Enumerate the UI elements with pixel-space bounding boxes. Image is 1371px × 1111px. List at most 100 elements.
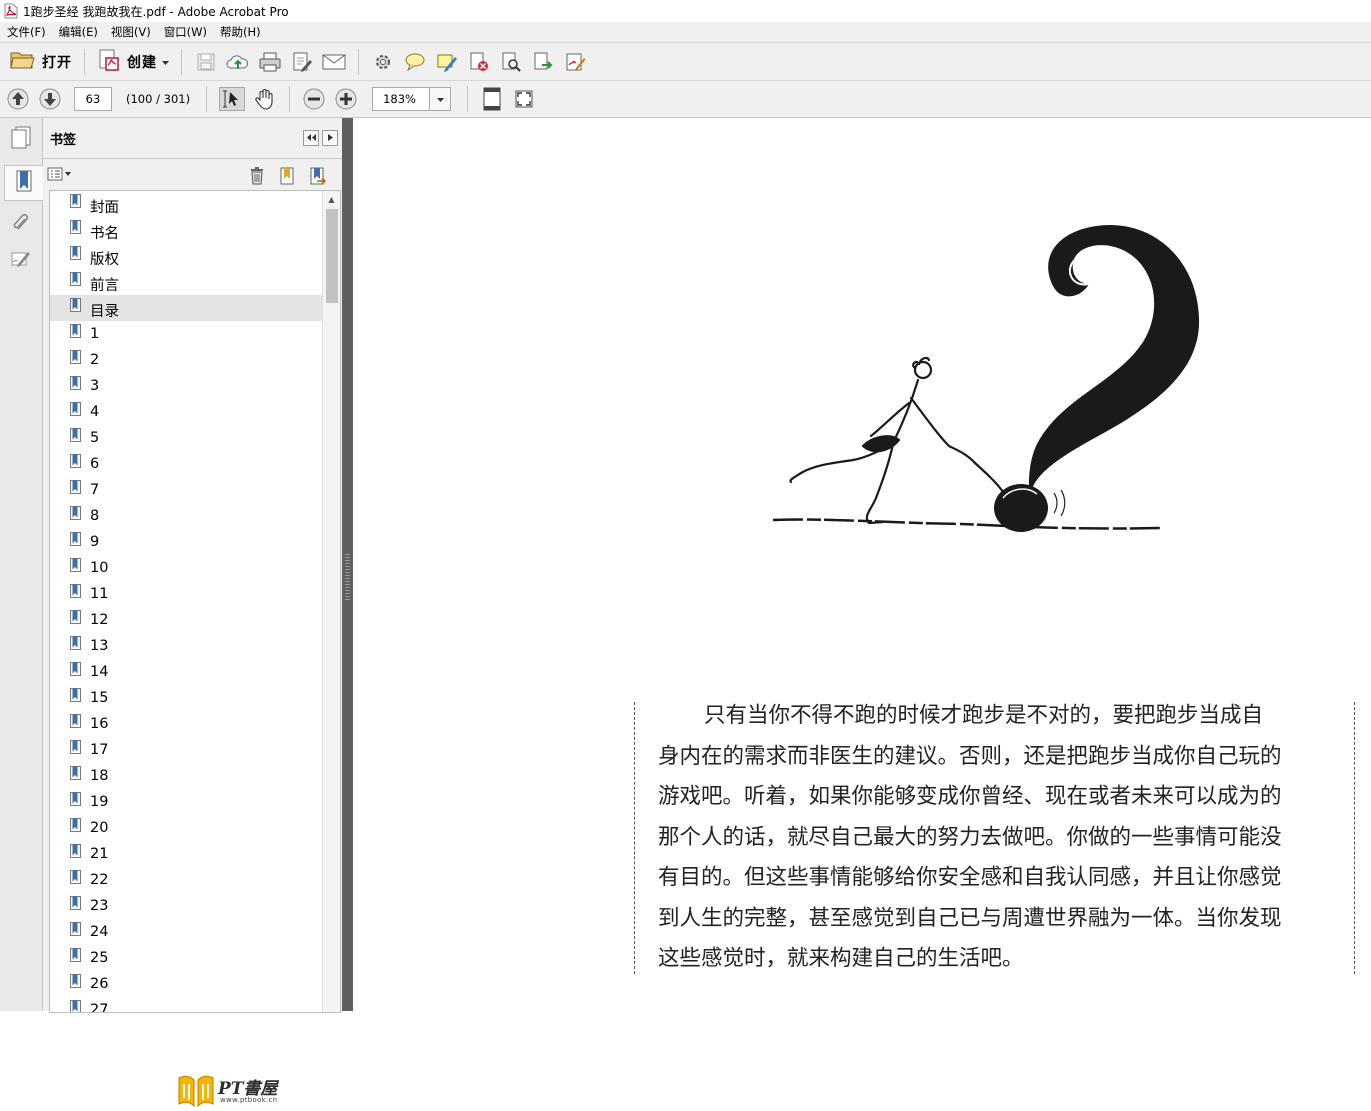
bookmark-icon	[70, 662, 82, 677]
bookmark-item[interactable]: 10	[50, 555, 322, 581]
bookmark-icon	[70, 896, 82, 911]
scrollbar-thumb[interactable]	[326, 209, 338, 303]
menu-view[interactable]: 视图(V)	[104, 24, 157, 40]
bookmark-item[interactable]: 25	[50, 945, 322, 971]
bookmark-item[interactable]: 11	[50, 581, 322, 607]
watermark: PT書屋 www.ptbook.cn	[176, 1070, 306, 1110]
menu-file[interactable]: 文件(F)	[0, 24, 52, 40]
bookmark-item[interactable]: 1	[50, 321, 322, 347]
bookmark-from-structure-icon[interactable]	[307, 165, 327, 187]
paragraph-line: 只有当你不得不跑的时候才跑步是不对的，要把跑步当成自	[658, 696, 1338, 737]
options-menu-icon[interactable]	[45, 163, 73, 185]
bookmark-item[interactable]: 18	[50, 763, 322, 789]
bookmark-item[interactable]: 17	[50, 737, 322, 763]
highlight-icon[interactable]	[435, 51, 459, 73]
previous-page-icon[interactable]	[6, 88, 30, 110]
bookmark-item[interactable]: 20	[50, 815, 322, 841]
edit-document-icon[interactable]	[290, 51, 314, 73]
bookmark-label: 1	[90, 326, 100, 342]
bookmark-item[interactable]: 21	[50, 841, 322, 867]
bookmark-item[interactable]: 19	[50, 789, 322, 815]
bookmark-item[interactable]: 26	[50, 971, 322, 997]
signatures-button[interactable]	[4, 243, 38, 277]
page-number-input[interactable]: 63	[74, 87, 112, 111]
page-thumbnails-button[interactable]	[4, 121, 38, 155]
fit-page-icon[interactable]	[480, 87, 504, 111]
trash-icon[interactable]	[247, 165, 267, 187]
email-icon[interactable]	[322, 51, 346, 73]
select-tool-icon[interactable]	[219, 87, 246, 111]
bookmark-item[interactable]: 12	[50, 607, 322, 633]
comment-icon[interactable]	[403, 51, 427, 73]
attachments-button[interactable]	[4, 205, 38, 239]
save-icon[interactable]	[194, 51, 218, 73]
bookmark-icon	[70, 324, 82, 339]
zoom-level-input[interactable]: 183%	[372, 87, 430, 111]
open-label: 打开	[42, 54, 72, 71]
bookmark-item[interactable]: 前言	[50, 269, 322, 295]
create-pdf-icon	[97, 48, 121, 75]
open-button[interactable]: 打开	[6, 48, 76, 76]
bookmark-item[interactable]: 5	[50, 425, 322, 451]
bookmark-icon	[70, 376, 82, 391]
bookmark-item[interactable]: 目录	[50, 295, 322, 321]
menu-edit[interactable]: 编辑(E)	[52, 24, 104, 40]
expand-panel-button[interactable]	[322, 130, 338, 146]
document-view[interactable]: 只有当你不得不跑的时候才跑步是不对的，要把跑步当成自 身内在的需求而非医生的建议…	[353, 118, 1371, 1011]
collapse-panel-button[interactable]	[303, 130, 319, 146]
panel-toolbar	[43, 159, 342, 189]
delete-page-icon[interactable]	[467, 51, 491, 73]
bookmark-item[interactable]: 22	[50, 867, 322, 893]
new-bookmark-icon[interactable]	[277, 165, 297, 187]
menu-window[interactable]: 窗口(W)	[157, 24, 213, 40]
bookmark-item[interactable]: 封面	[50, 191, 322, 217]
bookmark-item[interactable]: 4	[50, 399, 322, 425]
next-page-icon[interactable]	[38, 88, 62, 110]
bookmarks-scrollbar[interactable]: ▲	[322, 191, 340, 1012]
bookmark-item[interactable]: 13	[50, 633, 322, 659]
bookmark-item[interactable]: 7	[50, 477, 322, 503]
bookmark-item[interactable]: 23	[50, 893, 322, 919]
pages-icon	[10, 125, 32, 152]
sign-icon[interactable]	[563, 51, 587, 73]
bookmark-item[interactable]: 15	[50, 685, 322, 711]
gear-icon[interactable]	[371, 51, 395, 73]
bookmark-item[interactable]: 3	[50, 373, 322, 399]
panel-splitter[interactable]	[342, 118, 353, 1011]
bookmark-item[interactable]: 9	[50, 529, 322, 555]
bookmark-icon	[70, 766, 82, 781]
create-button[interactable]: 创建	[93, 48, 173, 76]
bookmark-item[interactable]: 2	[50, 347, 322, 373]
zoom-out-icon[interactable]	[302, 88, 326, 110]
toolbar-separator	[289, 86, 291, 112]
running-figure-illustration	[772, 224, 1200, 532]
hand-tool-icon[interactable]	[253, 88, 277, 110]
bookmark-icon	[70, 272, 82, 287]
menu-help[interactable]: 帮助(H)	[213, 24, 267, 40]
bookmarks-tree: 封面 书名 版权 前言 目录 1 2 3 4 5 6 7 8 9 10 11 12 13 14 15 16 17 18 19 2…	[49, 190, 341, 1013]
splitter-grip[interactable]	[345, 554, 350, 602]
scroll-up-icon[interactable]: ▲	[323, 191, 340, 207]
paragraph-line: 身内在的需求而非医生的建议。否则，还是把跑步当成你自己玩的	[658, 743, 1282, 769]
bookmark-item[interactable]: 6	[50, 451, 322, 477]
zoom-in-icon[interactable]	[334, 88, 358, 110]
full-screen-icon[interactable]	[512, 88, 536, 110]
bookmark-label: 3	[90, 378, 100, 394]
bookmark-item[interactable]: 书名	[50, 217, 322, 243]
bookmarks-button[interactable]	[4, 165, 43, 201]
search-document-icon[interactable]	[499, 51, 523, 73]
bookmark-icon	[70, 298, 82, 313]
bookmark-icon	[70, 610, 82, 625]
bookmark-label: 19	[90, 794, 109, 810]
zoom-dropdown-button[interactable]	[429, 87, 452, 111]
bookmark-label: 7	[90, 482, 100, 498]
export-icon[interactable]	[531, 51, 555, 73]
print-icon[interactable]	[258, 51, 282, 73]
upload-cloud-icon[interactable]	[226, 51, 250, 73]
bookmark-item[interactable]: 16	[50, 711, 322, 737]
bookmark-item[interactable]: 版权	[50, 243, 322, 269]
bookmark-item[interactable]: 24	[50, 919, 322, 945]
bookmark-item[interactable]: 8	[50, 503, 322, 529]
bookmark-label: 10	[90, 560, 109, 576]
bookmark-item[interactable]: 14	[50, 659, 322, 685]
